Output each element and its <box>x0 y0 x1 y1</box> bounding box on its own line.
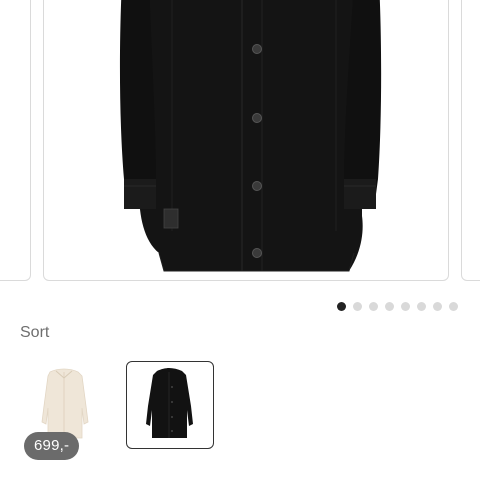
carousel-dot-5[interactable] <box>401 302 410 311</box>
carousel-pagination[interactable] <box>337 302 458 311</box>
coat-product-image <box>119 0 382 272</box>
carousel-slide-previous[interactable] <box>0 0 31 281</box>
color-swatch-black[interactable] <box>126 361 214 449</box>
carousel-dot-2[interactable] <box>353 302 362 311</box>
price-badge: 699,- <box>24 432 80 460</box>
carousel-dot-6[interactable] <box>417 302 426 311</box>
image-carousel[interactable] <box>0 0 480 300</box>
coat-thumbnail-black <box>146 368 193 438</box>
carousel-slide-next[interactable] <box>461 0 480 281</box>
carousel-dot-1[interactable] <box>337 302 346 311</box>
carousel-slide-current[interactable] <box>43 0 449 281</box>
carousel-dot-8[interactable] <box>449 302 458 311</box>
carousel-dot-3[interactable] <box>369 302 378 311</box>
color-label: Sort <box>20 324 50 341</box>
carousel-dot-4[interactable] <box>385 302 394 311</box>
carousel-dot-7[interactable] <box>433 302 442 311</box>
